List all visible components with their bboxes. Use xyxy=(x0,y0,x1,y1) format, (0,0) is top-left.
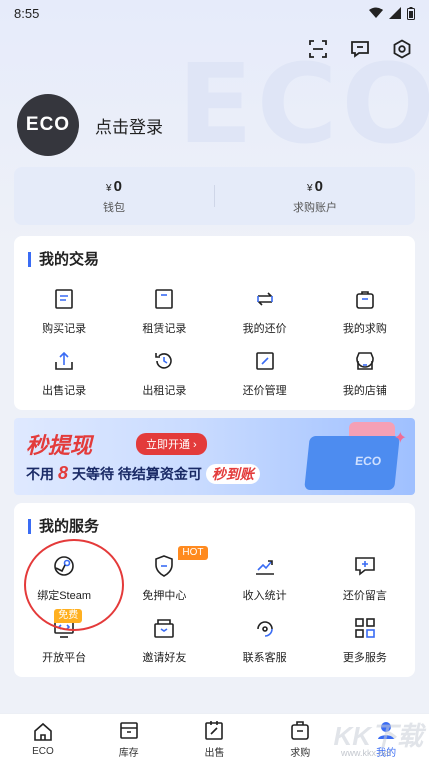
purchase-account-amount: 0 xyxy=(314,177,323,195)
sparkle-icon: ✦ xyxy=(393,430,407,447)
trade-item-sale-records[interactable]: 出售记录 xyxy=(14,348,114,410)
banner-subtitle: 不用 8 天等待 待结算资金可 秒到账 xyxy=(26,463,260,484)
currency-symbol: ¥ xyxy=(307,182,313,194)
trade-item-label: 我的求购 xyxy=(342,323,387,335)
tab-label: 库存 xyxy=(118,747,139,759)
sell-icon xyxy=(202,718,226,742)
red-circle-annotation xyxy=(24,539,124,631)
trade-item-counteroffer-management[interactable]: 还价管理 xyxy=(215,348,315,410)
tab-label: ECO xyxy=(32,745,54,757)
promo-banner[interactable]: 秒提现 立即开通 › 不用 8 天等待 待结算资金可 秒到账 ECO ✦ xyxy=(14,418,415,495)
trade-item-rental-records[interactable]: 租赁记录 xyxy=(114,286,214,348)
tab-label: 出售 xyxy=(204,747,225,759)
message-icon[interactable] xyxy=(349,38,371,60)
banner-sub-prefix: 不用 xyxy=(26,465,54,482)
tab-label: 求购 xyxy=(290,747,311,759)
trade-item-purchase-records[interactable]: 购买记录 xyxy=(14,286,114,348)
history-icon xyxy=(151,348,177,374)
service-label: 免押中心 xyxy=(142,590,187,602)
trade-item-label: 租赁记录 xyxy=(142,323,187,335)
trade-card: 我的交易 购买记录 租赁记录 我的还价 我的求购 出售记录 出租记录 还价管理 xyxy=(14,236,415,410)
upload-icon xyxy=(51,348,77,374)
signal-icon xyxy=(389,7,401,19)
purchase-account[interactable]: ¥0 求购账户 xyxy=(215,178,415,215)
swap-icon xyxy=(252,286,278,312)
shield-icon xyxy=(151,553,177,579)
receipt-icon xyxy=(51,286,77,312)
trade-item-label: 出售记录 xyxy=(42,385,87,397)
status-icons xyxy=(369,6,415,20)
grid-icon xyxy=(352,615,378,641)
tab-buy[interactable]: 求购 xyxy=(257,714,343,762)
service-label: 收入统计 xyxy=(242,590,287,602)
trade-title: 我的交易 xyxy=(28,252,99,267)
home-icon xyxy=(31,720,55,744)
banner-title: 秒提现 xyxy=(26,433,93,458)
hot-badge: HOT xyxy=(178,546,208,560)
trade-item-my-requests[interactable]: 我的求购 xyxy=(315,286,415,348)
service-deposit-free-center[interactable]: HOT 免押中心 xyxy=(114,546,214,615)
battery-icon xyxy=(407,6,415,20)
banner-open-button[interactable]: 立即开通 › xyxy=(136,433,207,455)
trade-item-label: 我的还价 xyxy=(242,323,287,335)
tab-sell[interactable]: 出售 xyxy=(172,714,258,762)
settings-icon[interactable] xyxy=(391,38,413,60)
avatar[interactable]: ECO xyxy=(17,94,79,156)
trade-item-lease-records[interactable]: 出租记录 xyxy=(114,348,214,410)
banner-sub-number: 8 xyxy=(58,463,69,483)
wallet-amount: 0 xyxy=(113,177,122,195)
trade-item-label: 出租记录 xyxy=(142,385,187,397)
services-title: 我的服务 xyxy=(28,519,99,534)
banner-box-text: ECO xyxy=(354,454,382,468)
service-income-stats[interactable]: 收入统计 xyxy=(215,553,315,615)
service-contact-support[interactable]: 联系客服 xyxy=(215,615,315,677)
service-label: 开放平台 xyxy=(42,652,87,664)
service-label: 邀请好友 xyxy=(142,652,187,664)
wallet-balance[interactable]: ¥0 钱包 xyxy=(14,178,214,215)
bag-icon xyxy=(352,286,378,312)
eco-box-illustration: ECO xyxy=(304,436,400,490)
service-more[interactable]: 更多服务 xyxy=(315,615,415,677)
header-actions xyxy=(307,38,413,60)
tab-eco[interactable]: ECO xyxy=(0,714,86,762)
chart-icon xyxy=(252,553,278,579)
trade-item-label: 我的店铺 xyxy=(342,385,387,397)
wifi-icon xyxy=(369,7,383,18)
currency-symbol: ¥ xyxy=(106,182,112,194)
purchase-account-label: 求购账户 xyxy=(293,201,337,214)
banner-sub-pill: 秒到账 xyxy=(205,463,260,484)
store-icon xyxy=(352,348,378,374)
service-label: 更多服务 xyxy=(342,652,387,664)
trade-grid: 购买记录 租赁记录 我的还价 我的求购 出售记录 出租记录 还价管理 我的店铺 xyxy=(14,286,415,410)
kk-watermark-url: www.kkx.net xyxy=(340,748,391,758)
invite-icon xyxy=(151,615,177,641)
status-bar: 8:55 xyxy=(0,0,429,26)
trade-item-my-counteroffers[interactable]: 我的还价 xyxy=(215,286,315,348)
wallet-label: 钱包 xyxy=(103,201,125,214)
tab-inventory[interactable]: 库存 xyxy=(86,714,172,762)
trade-item-my-store[interactable]: 我的店铺 xyxy=(315,348,415,410)
wallet-panel: ¥0 钱包 ¥0 求购账户 xyxy=(14,167,415,225)
trade-item-label: 购买记录 xyxy=(42,323,87,335)
profile[interactable]: ECO 点击登录 xyxy=(17,94,163,156)
banner-sub-middle: 天等待 待结算资金可 xyxy=(72,465,202,482)
edit-icon xyxy=(252,348,278,374)
service-invite-friends[interactable]: 邀请好友 xyxy=(114,615,214,677)
service-label: 还价留言 xyxy=(342,590,387,602)
status-time: 8:55 xyxy=(14,5,40,21)
service-counteroffer-messages[interactable]: 还价留言 xyxy=(315,553,415,615)
inventory-icon xyxy=(117,718,141,742)
login-link[interactable]: 点击登录 xyxy=(95,113,163,138)
rent-icon xyxy=(151,286,177,312)
support-icon xyxy=(252,615,278,641)
buy-icon xyxy=(288,718,312,742)
trade-item-label: 还价管理 xyxy=(242,385,287,397)
scan-icon[interactable] xyxy=(307,38,329,60)
service-label: 联系客服 xyxy=(242,652,287,664)
chat-icon xyxy=(352,553,378,579)
